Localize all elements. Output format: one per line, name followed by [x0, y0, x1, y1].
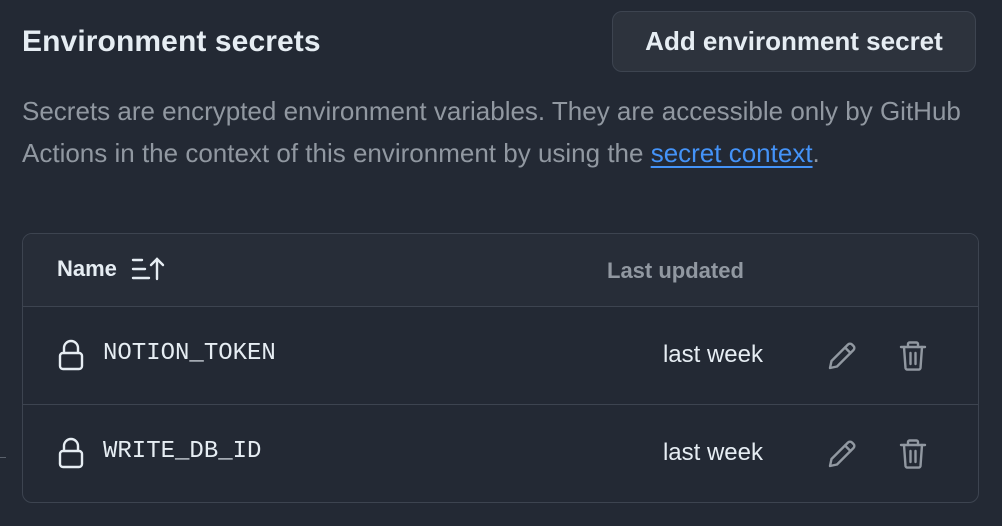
- secrets-table: Name Last updated NOTION_TOKEN last week…: [22, 233, 979, 503]
- table-row: WRITE_DB_ID last week: [23, 405, 978, 502]
- column-header-name[interactable]: Name: [57, 256, 165, 282]
- add-environment-secret-button[interactable]: Add environment secret: [612, 11, 976, 72]
- divider: [0, 457, 6, 458]
- trash-icon: [899, 439, 927, 469]
- environment-secrets-page: Environment secrets Add environment secr…: [0, 0, 1002, 526]
- secret-name: NOTION_TOKEN: [103, 340, 276, 367]
- sort-ascending-icon[interactable]: [131, 256, 165, 282]
- table-row: NOTION_TOKEN last week: [23, 307, 978, 405]
- last-updated-value: last week: [662, 439, 763, 466]
- lock-icon: [57, 339, 85, 371]
- secret-name: WRITE_DB_ID: [103, 438, 262, 465]
- pencil-icon: [828, 440, 856, 468]
- column-header-last-updated: Last updated: [607, 258, 744, 283]
- description-text: Secrets are encrypted environment variab…: [22, 96, 961, 168]
- page-title: Environment secrets: [22, 25, 321, 58]
- secret-context-link[interactable]: secret context: [651, 138, 813, 168]
- column-header-name-label: Name: [57, 256, 117, 281]
- trash-icon: [899, 341, 927, 371]
- table-header: Name Last updated: [23, 234, 978, 307]
- delete-secret-button[interactable]: [895, 338, 931, 374]
- delete-secret-button[interactable]: [895, 436, 931, 472]
- pencil-icon: [828, 342, 856, 370]
- description-text-end: .: [812, 138, 820, 168]
- last-updated-value: last week: [662, 341, 763, 368]
- edit-secret-button[interactable]: [824, 436, 860, 472]
- description: Secrets are encrypted environment variab…: [22, 90, 982, 174]
- lock-icon: [57, 437, 85, 469]
- edit-secret-button[interactable]: [824, 338, 860, 374]
